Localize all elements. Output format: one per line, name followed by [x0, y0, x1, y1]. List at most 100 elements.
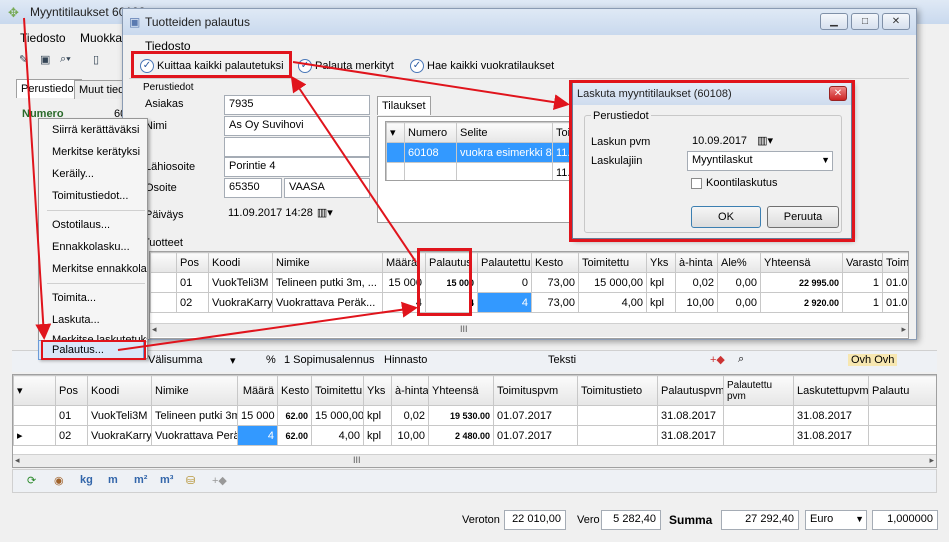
ack-all-button[interactable]: ✓ Kuittaa kaikki palautetuksi: [140, 59, 284, 73]
laskulajiin-select[interactable]: Myyntilaskut ▼: [687, 151, 833, 171]
col-varasto[interactable]: Varasto: [842, 252, 883, 273]
edit-icon[interactable]: ✎: [19, 53, 28, 66]
cell[interactable]: [404, 162, 457, 180]
chevron-down-icon[interactable]: ▼: [821, 155, 830, 165]
col-nimike[interactable]: Nimike: [151, 375, 238, 406]
col-toimituspvm[interactable]: Toimituspvm: [882, 252, 908, 273]
new-document-icon[interactable]: ▯: [93, 53, 99, 66]
cell[interactable]: 15 000: [382, 272, 426, 293]
package-icon[interactable]: ◉: [54, 474, 64, 487]
cell[interactable]: 4,00: [311, 425, 364, 446]
cell[interactable]: vuokra esimerkki 8: [456, 142, 553, 163]
koontilaskutus-checkbox[interactable]: Koontilaskutus: [691, 177, 778, 189]
cell[interactable]: 19 530.00: [428, 405, 494, 426]
search-icon[interactable]: ⌕▾: [60, 53, 71, 66]
postinro-field[interactable]: 65350: [224, 178, 282, 198]
menu-item-toimitustiedot[interactable]: Toimitustiedot...: [39, 185, 147, 207]
col-palautu[interactable]: Palautu: [868, 375, 936, 406]
menu-item-ennakkolasku[interactable]: Ennakkolasku...: [39, 236, 147, 258]
cell[interactable]: 10,00: [675, 292, 718, 313]
palautus-cell[interactable]: 15 000: [425, 272, 478, 293]
sopimusalennus-label[interactable]: 1 Sopimusalennus: [284, 354, 375, 366]
row-selector[interactable]: [386, 142, 405, 163]
coins-icon[interactable]: ⛁: [186, 474, 195, 487]
chevron-down-icon[interactable]: ▼: [855, 514, 864, 524]
menu-item-palautus[interactable]: Palautus...: [38, 340, 144, 360]
row-selector[interactable]: ▸: [13, 425, 56, 446]
cell[interactable]: 15 000: [237, 405, 278, 426]
col-toimitustieto[interactable]: Toimitustieto: [577, 375, 658, 406]
unit-m2[interactable]: m²: [134, 474, 147, 486]
cell[interactable]: 73,00: [531, 292, 579, 313]
cell[interactable]: 2 920.00: [760, 292, 843, 313]
table-row[interactable]: 60108 vuokra esimerkki 8 11.0: [386, 142, 574, 163]
cell[interactable]: 0,02: [391, 405, 429, 426]
nimi2-field[interactable]: [224, 137, 370, 157]
cell[interactable]: 62.00: [277, 405, 312, 426]
cell[interactable]: 22 995.00: [760, 272, 843, 293]
cell[interactable]: [577, 425, 658, 446]
return-menu-tiedosto[interactable]: Tiedosto: [145, 39, 191, 53]
cell[interactable]: kpl: [363, 405, 392, 426]
tab-tilaukset[interactable]: Tilaukset: [377, 96, 431, 115]
col-toimituspvm[interactable]: Toimituspvm: [493, 375, 578, 406]
menu-item-siirra-kerattavaksi[interactable]: Siirrä kerättäväksi: [39, 119, 147, 141]
cell[interactable]: VuokraKarry: [208, 292, 273, 313]
lahiosoite-field[interactable]: Porintie 4: [224, 157, 370, 177]
return-marked-button[interactable]: ✓ Palauta merkityt: [298, 59, 394, 73]
cell[interactable]: 01.07.2017: [882, 292, 908, 313]
maximize-button[interactable]: □: [851, 13, 879, 30]
table-row[interactable]: 01 VuokTeli3M Telineen putki 3m... 15 00…: [13, 405, 936, 426]
exchange-rate-field[interactable]: 1,000000: [872, 510, 938, 530]
unit-m[interactable]: m: [108, 474, 118, 486]
unit-m3[interactable]: m³: [160, 474, 173, 486]
col-palautettu-pvm[interactable]: Palautettu pvm: [723, 375, 794, 406]
cell[interactable]: [868, 425, 936, 446]
cell[interactable]: kpl: [363, 425, 392, 446]
close-button[interactable]: ✕: [829, 86, 847, 101]
menu-item-merkitse-keratyksi[interactable]: Merkitse kerätyksi: [39, 141, 147, 163]
calendar-icon[interactable]: ▥▾: [317, 207, 333, 219]
row-selector[interactable]: [386, 162, 405, 180]
minimize-button[interactable]: ▁: [820, 13, 848, 30]
cell[interactable]: 1: [842, 272, 883, 293]
col-a-hinta[interactable]: à-hinta: [675, 252, 718, 273]
menu-item-ostotilaus[interactable]: Ostotilaus...: [39, 214, 147, 236]
cell[interactable]: 62.00: [277, 425, 312, 446]
cell[interactable]: 01: [176, 272, 209, 293]
cancel-button[interactable]: Peruuta: [767, 206, 839, 228]
col-kesto[interactable]: Kesto: [277, 375, 312, 406]
cell[interactable]: [456, 162, 553, 180]
cell[interactable]: [723, 405, 794, 426]
col-nimike[interactable]: Nimike: [272, 252, 383, 273]
cell[interactable]: 01.07.2017: [882, 272, 908, 293]
nimi-field[interactable]: As Oy Suvihovi: [224, 116, 370, 136]
ok-button[interactable]: OK: [691, 206, 761, 228]
palautus-cell[interactable]: 4: [425, 292, 478, 313]
col-yhteensa[interactable]: Yhteensä: [428, 375, 494, 406]
fetch-all-button[interactable]: ✓ Hae kaikki vuokratilaukset: [410, 59, 554, 73]
col-pos[interactable]: Pos: [55, 375, 88, 406]
cell[interactable]: 0,02: [675, 272, 718, 293]
cell[interactable]: 73,00: [531, 272, 579, 293]
cell[interactable]: Telineen putki 3m...: [151, 405, 238, 426]
cell[interactable]: 31.08.2017: [657, 405, 724, 426]
cell[interactable]: 4: [382, 292, 426, 313]
cell[interactable]: Vuokrattava Peräk...: [272, 292, 383, 313]
menu-item-laskuta[interactable]: Laskuta...: [39, 309, 147, 331]
cell[interactable]: 02: [55, 425, 88, 446]
col-numero[interactable]: Numero: [404, 122, 457, 143]
table-row[interactable]: 11.0: [386, 162, 574, 180]
row-selector[interactable]: [150, 272, 177, 293]
main-grid-scrollbar[interactable]: ◂ III ▸: [13, 454, 936, 467]
row-selector[interactable]: [13, 405, 56, 426]
col-palautus[interactable]: Palautus: [425, 252, 478, 273]
col-palautuspvm[interactable]: Palautuspvm: [657, 375, 724, 406]
cell[interactable]: 02: [176, 292, 209, 313]
close-button[interactable]: ✕: [882, 13, 910, 30]
cell[interactable]: 0: [477, 272, 532, 293]
table-row[interactable]: 02 VuokraKarry Vuokrattava Peräk... 4 4 …: [150, 292, 908, 313]
paivays-field[interactable]: 11.09.2017 14:28 ▥▾: [224, 204, 336, 224]
refresh-icon[interactable]: ⟳: [27, 474, 36, 487]
cell[interactable]: [868, 405, 936, 426]
